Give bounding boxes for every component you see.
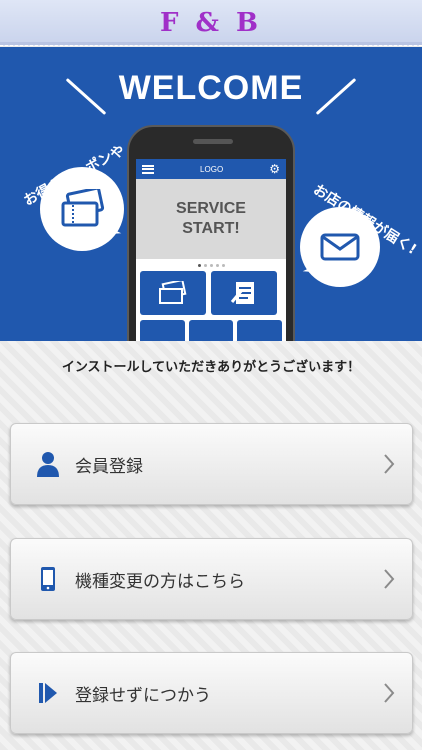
phone-speaker <box>193 139 233 144</box>
use-without-register-button[interactable]: 登録せずにつかう <box>10 652 413 734</box>
screen-tiles-row2 <box>136 315 286 341</box>
hero-line-1: SERVICE <box>176 200 246 217</box>
chevron-right-icon <box>376 453 402 475</box>
use-without-register-label: 登録せずにつかう <box>75 685 211 706</box>
skip-icon <box>35 680 61 706</box>
mail-icon <box>320 233 360 261</box>
chevron-right-icon <box>376 682 402 704</box>
member-register-button[interactable]: 会員登録 <box>10 423 413 505</box>
smartphone-icon <box>35 566 61 592</box>
user-icon <box>35 451 61 477</box>
screen-nav-bar: LOGO ⚙ <box>136 159 286 179</box>
tile-coupon <box>140 271 206 315</box>
note-pencil-icon <box>230 282 254 304</box>
ticket-icon <box>61 189 105 227</box>
coupon-bubble <box>40 167 124 251</box>
ticket-icon <box>159 281 187 304</box>
app-header: F & B <box>0 0 422 46</box>
mail-bubble <box>300 207 380 287</box>
chevron-right-icon <box>376 568 402 590</box>
member-register-label: 会員登録 <box>75 456 143 477</box>
hamburger-icon <box>142 164 154 174</box>
device-change-label: 機種変更の方はこちら <box>75 571 245 592</box>
screen-tiles <box>136 271 286 315</box>
phone-illustration: LOGO ⚙ SERVICE START! <box>127 125 295 341</box>
hero-line-2: START! <box>182 220 240 237</box>
carousel-dots <box>136 259 286 271</box>
thanks-message: インストールしていただきありがとうございます！ <box>61 360 361 375</box>
welcome-heading: WELCOME <box>118 69 304 107</box>
gear-icon: ⚙ <box>269 162 280 176</box>
screen-hero: SERVICE START! <box>136 179 286 259</box>
device-change-button[interactable]: 機種変更の方はこちら <box>10 538 413 620</box>
welcome-banner: WELCOME お得なクーポンや お店の情報が届く! LOGO ⚙ SERVIC… <box>0 47 422 341</box>
app-title: F & B <box>159 7 262 38</box>
phone-screen: LOGO ⚙ SERVICE START! <box>136 159 286 341</box>
tile-notes <box>211 271 277 315</box>
screen-logo: LOGO <box>200 164 224 174</box>
